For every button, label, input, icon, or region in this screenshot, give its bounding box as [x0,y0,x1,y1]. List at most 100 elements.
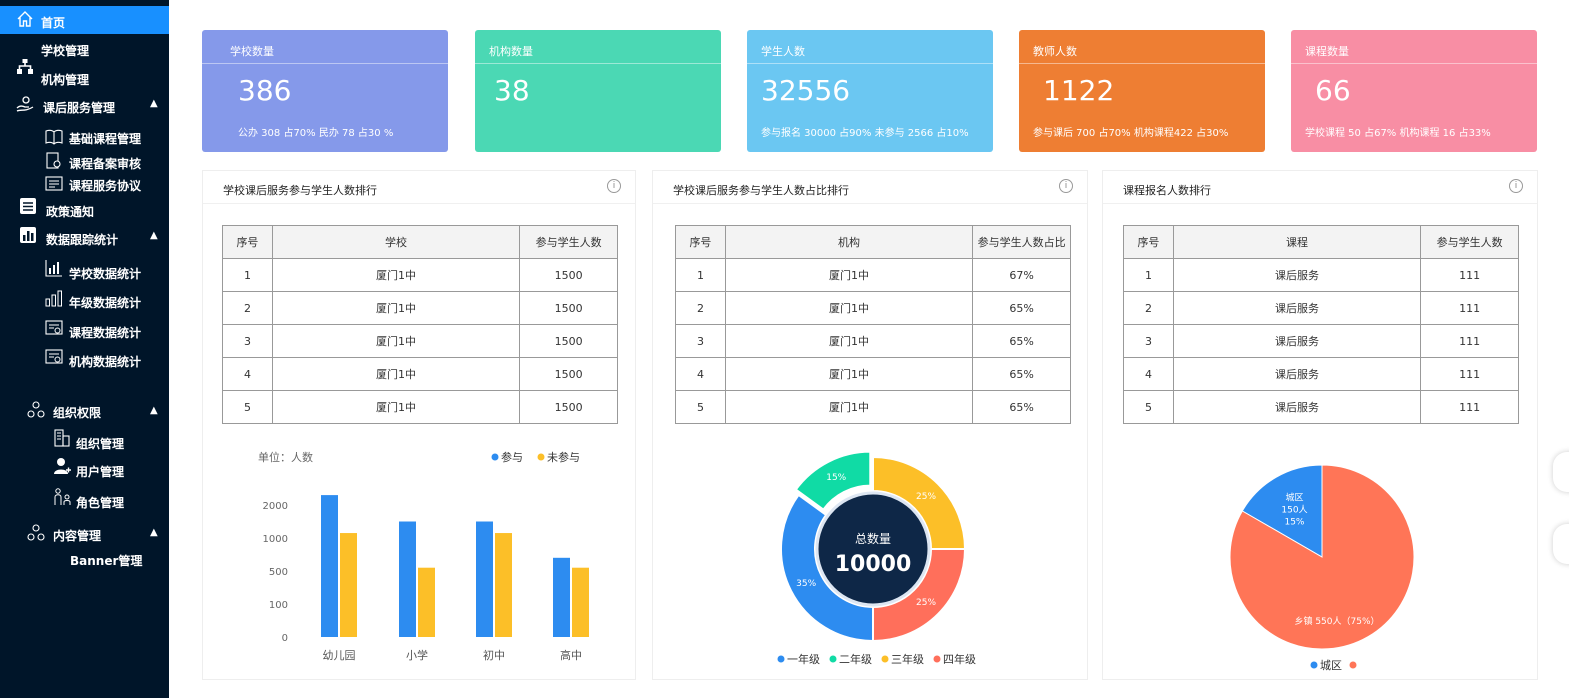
chevron-up-icon[interactable]: ▲ [150,405,158,416]
legend-swatch [491,453,499,461]
slice-label: 25% [916,492,936,502]
sidebar-item-basic-course[interactable]: 基础课程管理 [69,130,141,147]
table-cell: 课后服务 [1172,357,1422,391]
table-cell: 厦门1中 [724,390,974,424]
sidebar-item-after-school[interactable]: 课后服务管理 [43,99,115,116]
divider [653,203,1087,204]
sidebar-item-user-mgmt[interactable]: 用户管理 [76,463,124,480]
table-row[interactable]: 3 厦门1中 1500 [222,324,618,358]
stat-breakdown: 参与报名 30000 占90% 未参与 2566 占10% [761,128,969,139]
sidebar-item-agreement[interactable]: 课程服务协议 [69,177,141,194]
sidebar-item-banner-mgmt[interactable]: Banner管理 [70,552,142,569]
bar-参与 [399,521,416,637]
org-stats-icon [45,349,63,364]
column-header[interactable]: 序号 [1123,225,1174,259]
table-cell: 65% [972,324,1071,358]
column-header[interactable]: 序号 [675,225,726,259]
table-row[interactable]: 1 厦门1中 1500 [222,258,618,292]
info-circle-icon[interactable]: i [607,179,621,193]
legend-swatch [1310,661,1318,669]
stat-card-orgs[interactable]: 机构数量 38 [475,30,721,152]
sidebar-item-org-admin[interactable]: 组织管理 [76,435,124,452]
sidebar-item-org-mgmt[interactable]: 机构管理 [41,71,89,88]
chevron-up-icon[interactable]: ▲ [150,527,158,538]
role-icon [54,488,71,505]
floating-assistant-button[interactable] [1553,452,1569,492]
table-row[interactable]: 3 厦门1中 65% [675,324,1071,358]
table-cell: 2 [675,291,726,325]
course-rank-table: 序号 课程 参与学生人数 1 课后服务 111 2 课后服务 111 3 课后服务 111 4 课后服务 1… [1123,225,1519,424]
table-cell: 67% [972,258,1071,292]
table-cell: 5 [675,390,726,424]
table-cell: 1 [675,258,726,292]
sidebar-item-data-tracking[interactable]: 数据跟踪统计 [46,231,118,248]
table-row[interactable]: 2 厦门1中 1500 [222,291,618,325]
bar-chart-icon [45,260,62,277]
table-cell: 课后服务 [1172,258,1422,292]
sidebar-item-course-review[interactable]: 课程备案审核 [69,155,141,172]
column-header[interactable]: 参与学生人数 [519,225,618,259]
stat-card-teachers[interactable]: 教师人数 1122 参与课后 700 占70% 机构课程422 占30% [1019,30,1265,152]
table-cell: 4 [1123,357,1174,391]
table-row[interactable]: 2 课后服务 111 [1123,291,1519,325]
table-row[interactable]: 2 厦门1中 65% [675,291,1071,325]
table-row[interactable]: 4 课后服务 111 [1123,357,1519,391]
table-row[interactable]: 1 厦门1中 67% [675,258,1071,292]
table-cell: 5 [222,390,273,424]
stat-title: 教师人数 [1033,45,1077,58]
org-ratio-table: 序号 机构 参与学生人数占比 1 厦门1中 67% 2 厦门1中 65% 3 厦门1中 65% 4 厦门1… [675,225,1071,424]
chevron-up-icon[interactable]: ▲ [150,230,158,241]
center-value: 10000 [835,552,912,577]
column-header[interactable]: 序号 [222,225,273,259]
sidebar-item-org-stats[interactable]: 机构数据统计 [69,353,141,370]
sidebar-item-grade-stats[interactable]: 年级数据统计 [69,294,141,311]
school-rank-table: 序号 学校 参与学生人数 1 厦门1中 1500 2 厦门1中 1500 3 厦门1中 1500 4 厦门… [222,225,618,424]
sidebar-item-policy[interactable]: 政策通知 [46,203,94,220]
sidebar-item-home[interactable]: 首页 [0,6,169,34]
sidebar-item-role-mgmt[interactable]: 角色管理 [76,494,124,511]
slice-label: 35% [796,579,816,589]
floating-tool-button[interactable] [1553,524,1569,564]
main-content: 学校数量 386 公办 308 占70% 民办 78 占30 % 机构数量 38… [169,0,1569,698]
table-row[interactable]: 4 厦门1中 65% [675,357,1071,391]
y-tick-label: 2000 [263,501,288,512]
stat-card-students[interactable]: 学生人数 32556 参与报名 30000 占90% 未参与 2566 占10% [747,30,993,152]
table-row[interactable]: 5 课后服务 111 [1123,390,1519,424]
stat-title: 课程数量 [1305,45,1349,58]
column-header[interactable]: 参与学生人数占比 [972,225,1071,259]
column-header[interactable]: 参与学生人数 [1420,225,1519,259]
divider [1291,63,1537,64]
table-row[interactable]: 1 课后服务 111 [1123,258,1519,292]
sidebar-item-org-permissions[interactable]: 组织权限 [53,404,101,421]
table-cell: 厦门1中 [724,357,974,391]
stat-breakdown: 公办 308 占70% 民办 78 占30 % [238,128,394,139]
sidebar-item-content-mgmt[interactable]: 内容管理 [53,527,101,544]
panel-title: 学校课后服务参与学生人数排行 [223,184,377,197]
table-row[interactable]: 5 厦门1中 65% [675,390,1071,424]
chevron-up-icon[interactable]: ▲ [150,98,158,109]
sidebar-item-school-stats[interactable]: 学校数据统计 [69,265,141,282]
info-circle-icon[interactable]: i [1059,179,1073,193]
column-chart-icon [45,290,62,307]
table-cell: 厦门1中 [271,291,521,325]
table-cell: 课后服务 [1172,324,1422,358]
table-cell: 3 [675,324,726,358]
stat-card-schools[interactable]: 学校数量 386 公办 308 占70% 民办 78 占30 % [202,30,448,152]
table-row[interactable]: 4 厦门1中 1500 [222,357,618,391]
participation-bar-chart: 单位：人数 0 100 500 1000 2000 幼儿园 小学 初中 高中 参与 未参与 [258,450,589,662]
table-row[interactable]: 3 课后服务 111 [1123,324,1519,358]
table-cell: 3 [1123,324,1174,358]
info-circle-icon[interactable]: i [1509,179,1523,193]
divider [1019,63,1265,64]
column-header[interactable]: 机构 [724,225,974,259]
slice-label: 25% [916,598,936,608]
column-header[interactable]: 学校 [271,225,521,259]
column-header[interactable]: 课程 [1172,225,1422,259]
sidebar-item-course-stats[interactable]: 课程数据统计 [69,324,141,341]
table-row[interactable]: 5 厦门1中 1500 [222,390,618,424]
table-cell: 111 [1420,324,1519,358]
stat-card-courses[interactable]: 课程数量 66 学校课程 50 占67% 机构课程 16 占33% [1291,30,1537,152]
agreement-icon [45,176,63,191]
divider [203,203,635,204]
sidebar-item-school-mgmt[interactable]: 学校管理 [41,42,89,59]
